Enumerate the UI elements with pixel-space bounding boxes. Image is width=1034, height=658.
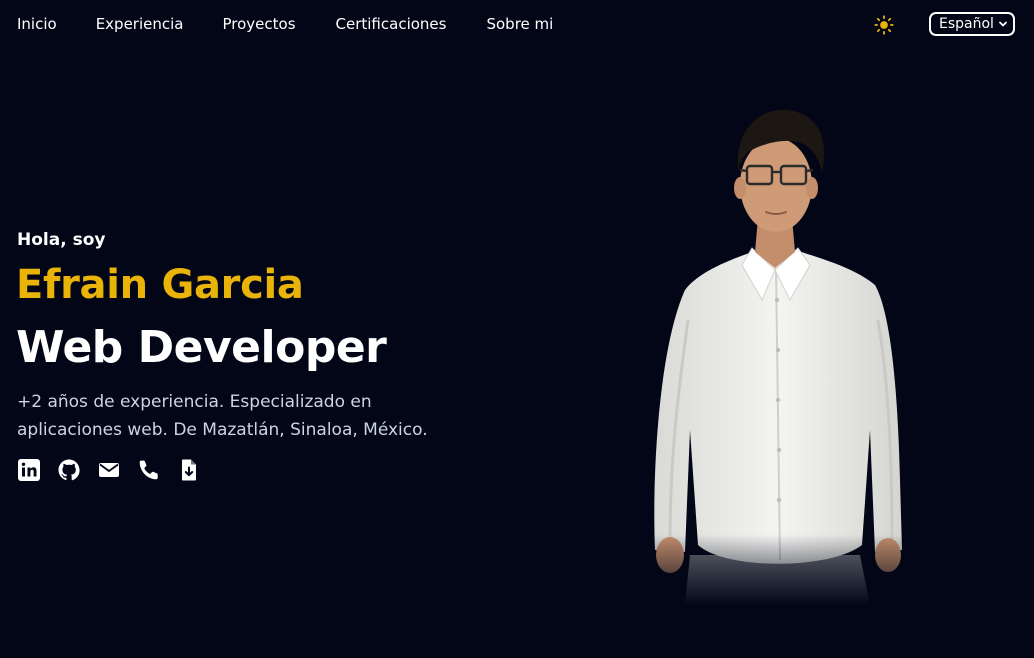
- linkedin-icon: [18, 459, 40, 481]
- download-cv-link[interactable]: [177, 458, 201, 482]
- theme-toggle-button[interactable]: [873, 14, 895, 36]
- hero-role: Web Developer: [16, 322, 387, 373]
- page: Inicio Experiencia Proyectos Certificaci…: [0, 0, 1034, 658]
- profile-photo: [630, 100, 920, 605]
- sun-icon: [874, 15, 894, 35]
- nav-link-experiencia[interactable]: Experiencia: [96, 15, 184, 33]
- phone-icon: [139, 460, 158, 480]
- social-links: [17, 458, 201, 482]
- mail-icon: [99, 463, 119, 477]
- nav-links: Inicio Experiencia Proyectos Certificaci…: [17, 15, 553, 33]
- linkedin-link[interactable]: [17, 458, 41, 482]
- language-select[interactable]: Español: [929, 12, 1015, 36]
- hero-name: Efrain Garcia: [16, 262, 304, 308]
- nav-link-certificaciones[interactable]: Certificaciones: [336, 15, 447, 33]
- nav-link-sobre-mi[interactable]: Sobre mi: [486, 15, 553, 33]
- phone-link[interactable]: [137, 458, 161, 482]
- hero-description: +2 años de experiencia. Especializado en…: [17, 392, 428, 440]
- nav-link-inicio[interactable]: Inicio: [17, 15, 57, 33]
- email-link[interactable]: [97, 458, 121, 482]
- hero-greeting: Hola, soy: [17, 230, 106, 250]
- github-link[interactable]: [57, 458, 81, 482]
- nav-link-proyectos[interactable]: Proyectos: [222, 15, 295, 33]
- github-icon: [58, 459, 80, 481]
- language-selected-value: Español: [939, 16, 994, 32]
- navbar: Inicio Experiencia Proyectos Certificaci…: [0, 0, 1034, 50]
- download-cv-icon: [182, 459, 196, 481]
- chevron-down-icon: [999, 21, 1007, 27]
